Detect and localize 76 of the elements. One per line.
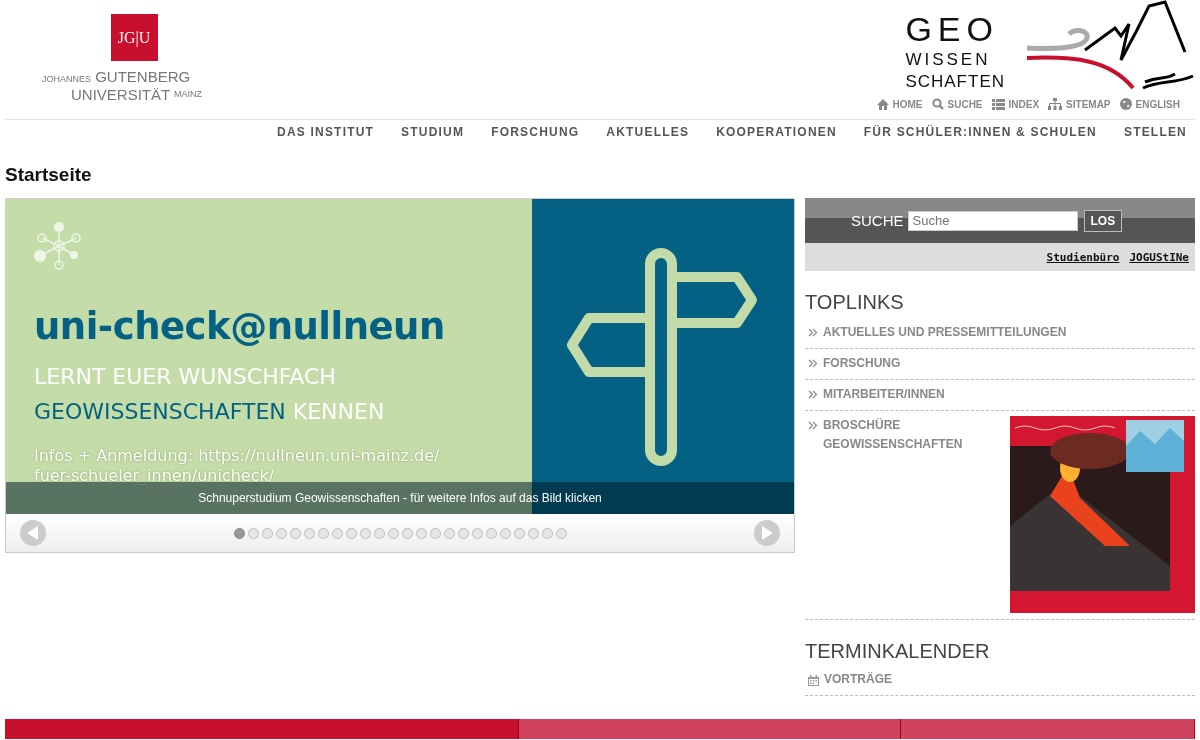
home-icon: [876, 98, 889, 110]
slide-dot[interactable]: [233, 527, 245, 539]
footer-tab[interactable]: [5, 719, 520, 739]
slide-dot[interactable]: [555, 527, 567, 539]
slide-dot[interactable]: [261, 527, 273, 539]
quick-link[interactable]: JOGUStINe: [1129, 250, 1189, 264]
signpost-icon: [567, 247, 759, 466]
calendar-link[interactable]: VORTRÄGE: [808, 670, 892, 689]
search-icon: [931, 98, 944, 110]
toplink[interactable]: AKTUELLES UND PRESSEMITTEILUNGEN: [808, 323, 1067, 342]
slide-dot[interactable]: [429, 527, 441, 539]
slide-dot[interactable]: [401, 527, 413, 539]
double-chevron-icon: [808, 359, 818, 368]
network-icon: [34, 221, 84, 271]
nav-link[interactable]: AKTUELLES: [606, 125, 690, 144]
banner-subtitle: LERNT EUER WUNSCHFACH: [34, 364, 337, 389]
university-name: JOHANNES GUTENBERG UNIVERSITÄT MAINZ: [42, 69, 203, 102]
page-title: Startseite: [5, 164, 93, 186]
search-field[interactable]: Suche: [907, 210, 1078, 231]
slide-dot[interactable]: [373, 527, 385, 539]
banner-headline: uni-check@nullneun: [34, 305, 446, 348]
slide-dot[interactable]: [303, 527, 315, 539]
university-logo-mark[interactable]: JG|U: [110, 14, 158, 61]
calendar-icon: [808, 675, 819, 686]
nav-link[interactable]: FÜR SCHÜLER:INNEN & SCHULEN: [863, 125, 1097, 144]
slide-dot[interactable]: [387, 527, 399, 539]
slide-dot[interactable]: [275, 527, 287, 539]
banner-subtitle-end: KENNEN: [292, 399, 385, 424]
nav-link[interactable]: STELLEN: [1123, 125, 1187, 144]
slide-dot[interactable]: [289, 527, 301, 539]
previous-slide-button[interactable]: [20, 520, 46, 546]
footer-tab[interactable]: [900, 719, 1195, 739]
list-icon: [991, 98, 1005, 110]
search-button[interactable]: LOS: [1083, 209, 1123, 232]
slide-dot[interactable]: [345, 527, 357, 539]
right-arrow-icon: [761, 526, 773, 540]
nav-link[interactable]: KOOPERATIONEN: [716, 125, 837, 144]
slide-dot[interactable]: [415, 527, 427, 539]
globe-icon: [1119, 98, 1132, 110]
banner-subject: GEOWISSENSCHAFTEN: [34, 399, 286, 424]
slide-dot[interactable]: [457, 527, 469, 539]
double-chevron-icon: [808, 390, 818, 399]
slide-dot[interactable]: [527, 527, 539, 539]
nav-link[interactable]: DAS INSTITUT: [277, 125, 375, 144]
slide-dot[interactable]: [485, 527, 497, 539]
slide-dot[interactable]: [247, 527, 259, 539]
next-slide-button[interactable]: [754, 520, 780, 546]
search-label: SUCHE: [851, 212, 904, 229]
nav-link[interactable]: STUDIUM: [401, 125, 465, 144]
nav-link[interactable]: FORSCHUNG: [491, 125, 580, 144]
toplinks-heading: TOPLINKS: [805, 291, 905, 314]
sitemap-icon: [1048, 98, 1063, 110]
slide-dot[interactable]: [359, 527, 371, 539]
calendar-heading: TERMINKALENDER: [805, 640, 991, 663]
service-link[interactable]: INDEX: [991, 98, 1040, 110]
slide-dot[interactable]: [331, 527, 343, 539]
slide-dot[interactable]: [499, 527, 511, 539]
left-arrow-icon: [27, 526, 39, 540]
slide-dot[interactable]: [443, 527, 455, 539]
quick-link[interactable]: Studienbüro: [1046, 250, 1120, 264]
toplink[interactable]: MITARBEITER/INNEN: [808, 385, 945, 404]
service-link[interactable]: ENGLISH: [1119, 98, 1180, 110]
footer-tab[interactable]: [519, 719, 901, 739]
toplink[interactable]: BROSCHÜRE GEOWISSENSCHAFTEN: [808, 416, 983, 613]
slide-dot[interactable]: [513, 527, 525, 539]
slide-caption: Schnuperstudium Geowissenschaften - für weitere Infos auf das Bild klicken: [6, 482, 794, 514]
slide-dot[interactable]: [471, 527, 483, 539]
service-link[interactable]: SITEMAP: [1048, 98, 1111, 110]
service-link[interactable]: SUCHE: [931, 98, 983, 110]
department-logo-text[interactable]: GEO WISSEN SCHAFTEN: [905, 0, 1005, 92]
double-chevron-icon: [808, 328, 818, 337]
slide-dot[interactable]: [317, 527, 329, 539]
toplink[interactable]: FORSCHUNG: [808, 354, 901, 373]
slide-dot[interactable]: [541, 527, 553, 539]
double-chevron-icon: [808, 421, 818, 430]
service-link[interactable]: HOME: [876, 98, 923, 110]
